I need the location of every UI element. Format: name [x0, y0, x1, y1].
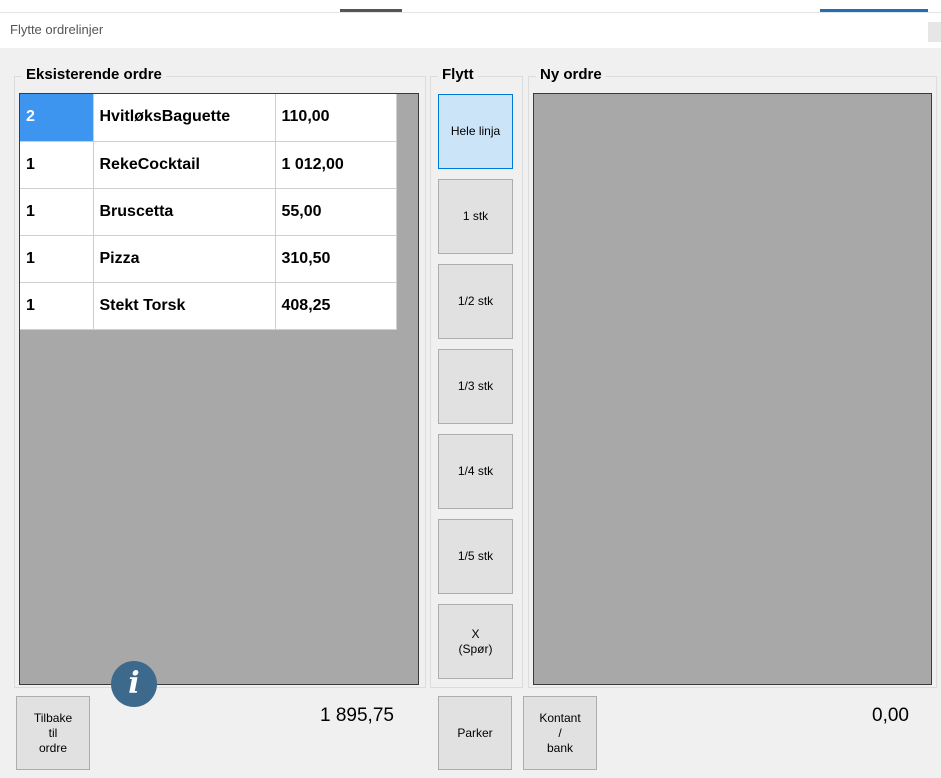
order-qty-cell[interactable]: 1 [20, 282, 94, 330]
move-button-1-5-stk[interactable]: 1/5 stk [438, 519, 513, 594]
order-row[interactable]: 1 Bruscetta 55,00 [20, 188, 397, 236]
existing-order-label: Eksisterende ordre [22, 67, 166, 83]
window-title: Flytte ordrelinjer [10, 22, 104, 37]
move-button-1-3-stk[interactable]: 1/3 stk [438, 349, 513, 424]
dialog-content: Eksisterende ordre 2 HvitløksBaguette 110,… [0, 48, 941, 778]
order-item-cell[interactable]: HvitløksBaguette [93, 94, 276, 142]
order-amount-cell[interactable]: 1 012,00 [275, 141, 397, 189]
move-button-hele-linja[interactable]: Hele linja [438, 94, 513, 169]
move-button-1-4-stk[interactable]: 1/4 stk [438, 434, 513, 509]
order-qty-cell[interactable]: 2 [20, 94, 94, 142]
existing-order-table: 2 HvitløksBaguette 110,00 1 RekeCocktail 1 01… [20, 94, 397, 330]
order-amount-cell[interactable]: 55,00 [275, 188, 397, 236]
order-qty-cell[interactable]: 1 [20, 188, 94, 236]
divider [0, 12, 941, 13]
move-button-x-spor[interactable]: X (Spør) [438, 604, 513, 679]
order-amount-cell[interactable]: 110,00 [275, 94, 397, 142]
new-order-label: Ny ordre [536, 67, 606, 83]
dialog-titlebar[interactable]: Flytte ordrelinjer [0, 14, 941, 48]
order-row[interactable]: 2 HvitløksBaguette 110,00 [20, 94, 397, 142]
order-row[interactable]: 1 Stekt Torsk 408,25 [20, 282, 397, 330]
info-icon[interactable]: i [111, 661, 157, 707]
existing-order-list[interactable]: 2 HvitløksBaguette 110,00 1 RekeCocktail 1 01… [19, 93, 419, 685]
order-item-cell[interactable]: Pizza [93, 235, 276, 283]
new-order-list[interactable] [533, 93, 932, 685]
order-row[interactable]: 1 Pizza 310,50 [20, 235, 397, 283]
order-item-cell[interactable]: Stekt Torsk [93, 282, 276, 330]
existing-order-total: 1 895,75 [320, 705, 394, 726]
order-item-cell[interactable]: Bruscetta [93, 188, 276, 236]
close-button[interactable] [928, 22, 941, 42]
order-qty-cell[interactable]: 1 [20, 235, 94, 283]
move-button-1-2-stk[interactable]: 1/2 stk [438, 264, 513, 339]
park-button[interactable]: Parker [438, 696, 512, 770]
order-amount-cell[interactable]: 310,50 [275, 235, 397, 283]
new-order-total: 0,00 [872, 705, 909, 726]
order-amount-cell[interactable]: 408,25 [275, 282, 397, 330]
order-item-cell[interactable]: RekeCocktail [93, 141, 276, 189]
move-label: Flytt [438, 67, 478, 83]
order-qty-cell[interactable]: 1 [20, 141, 94, 189]
move-button-1-stk[interactable]: 1 stk [438, 179, 513, 254]
cash-bank-button[interactable]: Kontant / bank [523, 696, 597, 770]
back-to-order-button[interactable]: Tilbake til ordre [16, 696, 90, 770]
background-window-strip [0, 0, 941, 14]
order-row[interactable]: 1 RekeCocktail 1 012,00 [20, 141, 397, 189]
